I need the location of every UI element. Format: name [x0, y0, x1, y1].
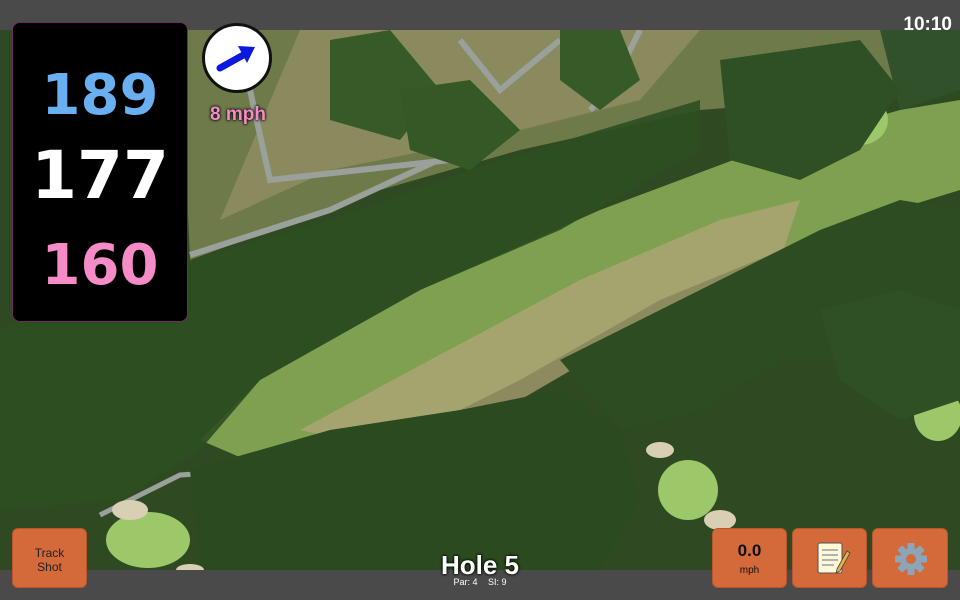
distance-middle: 177 [31, 137, 169, 214]
notepad-icon [817, 542, 851, 574]
wind-unit: mph [739, 565, 760, 576]
settings-button[interactable] [872, 528, 948, 588]
hole-info: Par: 4 SI: 9 [380, 577, 580, 587]
wind-speed-label: 8 mph [210, 104, 266, 125]
gear-icon [895, 543, 927, 575]
wind-direction-indicator [202, 23, 272, 93]
arrow-up-right-icon [216, 46, 255, 72]
distance-front: 160 [41, 233, 159, 298]
distance-back: 189 [41, 63, 159, 128]
wind-speed-button[interactable]: 0.0 mph [712, 528, 787, 588]
distance-panel: 189 177 160 [12, 22, 188, 322]
track-shot-button[interactable]: Track Shot [12, 528, 87, 588]
wind-value: 0.0 [737, 541, 762, 560]
hole-si: SI: 9 [488, 577, 507, 587]
notes-button[interactable] [792, 528, 867, 588]
hole-par: Par: 4 [453, 577, 478, 587]
track-shot-label: Track Shot [34, 546, 65, 574]
